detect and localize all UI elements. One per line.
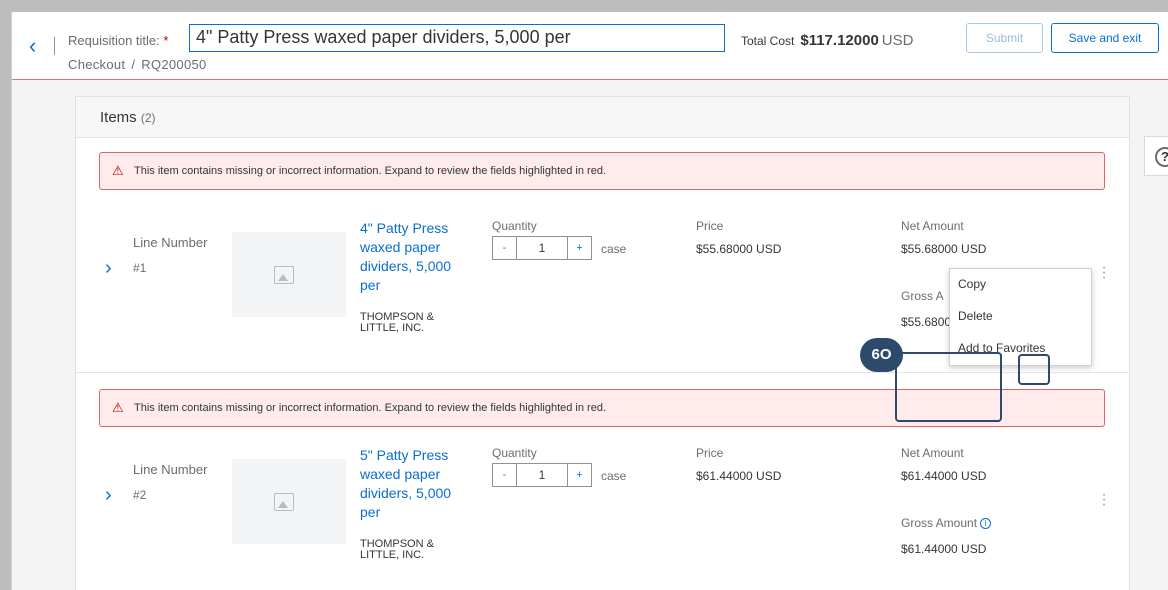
- line-number-label: Line Number: [133, 462, 208, 477]
- divider: [54, 37, 55, 55]
- supplier-name: THOMPSON & LITTLE, INC.: [360, 538, 434, 561]
- gross-amount-value: $55.6800: [901, 315, 952, 329]
- warning-icon: ⚠: [112, 400, 124, 415]
- total-cost: Total Cost $117.12000 USD: [741, 32, 914, 49]
- supplier-name: THOMPSON & LITTLE, INC.: [360, 311, 434, 334]
- increase-button[interactable]: +: [567, 237, 591, 259]
- requisition-title-label: Requisition title: *: [68, 33, 169, 48]
- line-number-label: Line Number: [133, 235, 208, 250]
- decrease-button[interactable]: -: [493, 464, 517, 486]
- submit-button[interactable]: Submit: [966, 23, 1043, 53]
- line-number: #2: [133, 488, 147, 502]
- expand-chevron-icon[interactable]: ›: [105, 257, 112, 280]
- annotation-highlight-box: [1018, 354, 1050, 385]
- image-icon: [274, 266, 294, 284]
- line-number: #1: [133, 261, 147, 275]
- menu-item-delete[interactable]: Delete: [950, 301, 1091, 333]
- back-arrow-icon[interactable]: ‹: [29, 35, 51, 57]
- image-icon: [274, 493, 294, 511]
- item-name-link[interactable]: 5" Patty Press waxed paper dividers, 5,0…: [360, 446, 470, 522]
- expand-chevron-icon[interactable]: ›: [105, 484, 112, 507]
- net-amount-label: Net Amount: [901, 446, 964, 460]
- more-options-icon[interactable]: · · ·: [1100, 487, 1108, 513]
- breadcrumb-checkout[interactable]: Checkout: [68, 57, 125, 72]
- menu-item-copy[interactable]: Copy: [950, 269, 1091, 301]
- breadcrumb: Checkout / RQ200050: [68, 57, 207, 72]
- item-row: › Line Number #2 5" Patty Press waxed pa…: [76, 444, 1129, 590]
- quantity-label: Quantity: [492, 219, 537, 233]
- more-options-icon[interactable]: · · ·: [1100, 260, 1108, 286]
- increase-button[interactable]: +: [567, 464, 591, 486]
- net-amount-label: Net Amount: [901, 219, 964, 233]
- annotation-highlight-box: [895, 352, 1002, 422]
- gross-amount-value: $61.44000 USD: [901, 542, 987, 556]
- item-warning-banner: ⚠ This item contains missing or incorrec…: [99, 152, 1105, 190]
- price-label: Price: [696, 219, 724, 233]
- requisition-title-input[interactable]: 4" Patty Press waxed paper dividers, 5,0…: [189, 24, 725, 52]
- breadcrumb-requisition-id: RQ200050: [141, 57, 207, 72]
- net-amount-value: $61.44000 USD: [901, 469, 987, 483]
- warning-icon: ⚠: [112, 163, 124, 178]
- price-label: Price: [696, 446, 724, 460]
- decrease-button[interactable]: -: [493, 237, 517, 259]
- quantity-value[interactable]: 1: [517, 464, 567, 486]
- product-image-placeholder: [232, 232, 346, 317]
- quantity-label: Quantity: [492, 446, 537, 460]
- quantity-value[interactable]: 1: [517, 237, 567, 259]
- price-value: $61.44000 USD: [696, 469, 782, 483]
- app-frame: ‹ Requisition title: * 4" Patty Press wa…: [11, 12, 1168, 590]
- quantity-stepper[interactable]: - 1 +: [492, 463, 592, 487]
- help-icon[interactable]: ?: [1155, 147, 1168, 167]
- gross-amount-label: Gross A: [901, 289, 944, 303]
- page-header: ‹ Requisition title: * 4" Patty Press wa…: [12, 12, 1168, 80]
- items-header: Items (2): [76, 97, 1129, 138]
- save-and-exit-button[interactable]: Save and exit: [1051, 23, 1159, 53]
- net-amount-value: $55.68000 USD: [901, 242, 987, 256]
- unit-label: case: [601, 469, 627, 483]
- quantity-stepper[interactable]: - 1 +: [492, 236, 592, 260]
- item-name-link[interactable]: 4" Patty Press waxed paper dividers, 5,0…: [360, 219, 470, 295]
- price-value: $55.68000 USD: [696, 242, 782, 256]
- help-tab[interactable]: ?: [1144, 136, 1168, 176]
- unit-label: case: [601, 242, 627, 256]
- gross-amount-label: Gross Amount i: [901, 516, 992, 530]
- annotation-step-badge: 6O: [860, 338, 903, 372]
- info-icon[interactable]: i: [980, 518, 992, 529]
- product-image-placeholder: [232, 459, 346, 544]
